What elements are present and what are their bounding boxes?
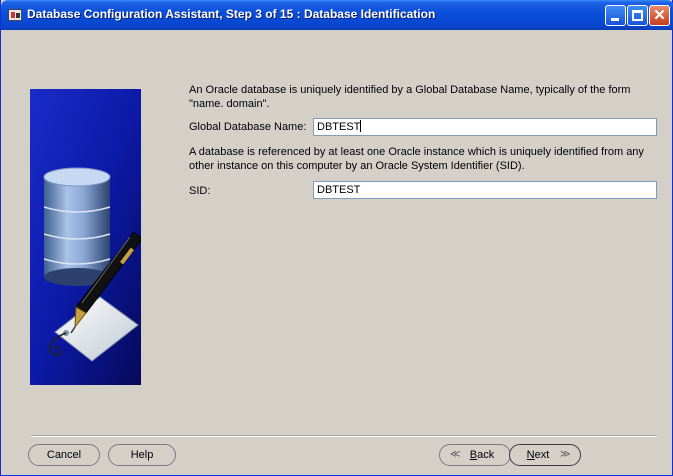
maximize-button[interactable] xyxy=(627,5,648,26)
close-button[interactable]: ✕ xyxy=(649,5,670,26)
back-arrow-icon: ≪ xyxy=(450,449,461,460)
cancel-button-label: Cancel xyxy=(46,449,82,461)
next-button[interactable]: Next ≫ xyxy=(509,444,581,466)
help-button-label: Help xyxy=(130,449,154,461)
description-global-name: An Oracle database is uniquely identifie… xyxy=(189,84,631,110)
sid-value: DBTEST xyxy=(317,184,361,196)
close-icon: ✕ xyxy=(653,7,666,24)
global-db-name-label: Global Database Name: xyxy=(189,121,307,133)
dialog-body: An Oracle database is uniquely identifie… xyxy=(3,30,670,474)
database-illustration xyxy=(30,89,141,385)
minimize-icon xyxy=(611,18,619,21)
window-title: Database Configuration Assistant, Step 3… xyxy=(27,7,436,21)
description-sid: A database is referenced by at least one… xyxy=(189,146,644,172)
dialog-window: Database Configuration Assistant, Step 3… xyxy=(0,0,673,476)
global-db-name-value: DBTEST xyxy=(317,121,361,133)
back-button[interactable]: ≪ Back xyxy=(439,444,511,466)
title-bar[interactable]: Database Configuration Assistant, Step 3… xyxy=(1,0,673,30)
next-arrow-icon: ≫ xyxy=(560,449,571,460)
help-button[interactable]: Help xyxy=(108,444,176,466)
back-button-label: Back xyxy=(469,449,495,461)
maximize-icon xyxy=(632,10,643,21)
text-caret xyxy=(360,120,362,132)
app-icon xyxy=(8,9,22,21)
cancel-button[interactable]: Cancel xyxy=(28,444,100,466)
next-button-label: Next xyxy=(526,449,550,461)
sid-field[interactable]: DBTEST xyxy=(313,181,657,199)
sid-label: SID: xyxy=(189,185,211,197)
global-db-name-field[interactable]: DBTEST xyxy=(313,118,657,136)
button-separator xyxy=(31,435,657,437)
database-cylinder-icon xyxy=(43,167,111,286)
minimize-button[interactable] xyxy=(605,5,626,26)
